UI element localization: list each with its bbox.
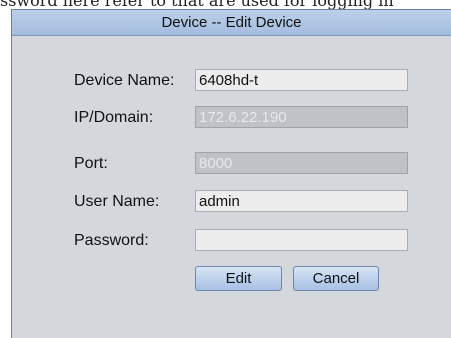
user-name-input[interactable] [195, 190, 408, 212]
dialog-title: Device -- Edit Device [12, 10, 451, 36]
ip-domain-label: IP/Domain: [74, 109, 154, 126]
edit-button[interactable]: Edit [195, 266, 282, 291]
ip-domain-input [195, 106, 408, 128]
cancel-button[interactable]: Cancel [293, 266, 379, 291]
device-name-row: Device Name: [12, 69, 451, 93]
port-row: Port: [12, 152, 451, 176]
device-name-input[interactable] [195, 69, 408, 91]
user-name-row: User Name: [12, 190, 451, 214]
password-row: Password: [12, 229, 451, 253]
ip-domain-row: IP/Domain: [12, 106, 451, 130]
edit-device-dialog: Device -- Edit Device Device Name: IP/Do… [11, 9, 451, 338]
password-label: Password: [74, 232, 149, 249]
user-name-label: User Name: [74, 193, 160, 210]
password-input[interactable] [195, 229, 408, 251]
port-input [195, 152, 408, 174]
device-name-label: Device Name: [74, 72, 175, 89]
port-label: Port: [74, 155, 108, 172]
